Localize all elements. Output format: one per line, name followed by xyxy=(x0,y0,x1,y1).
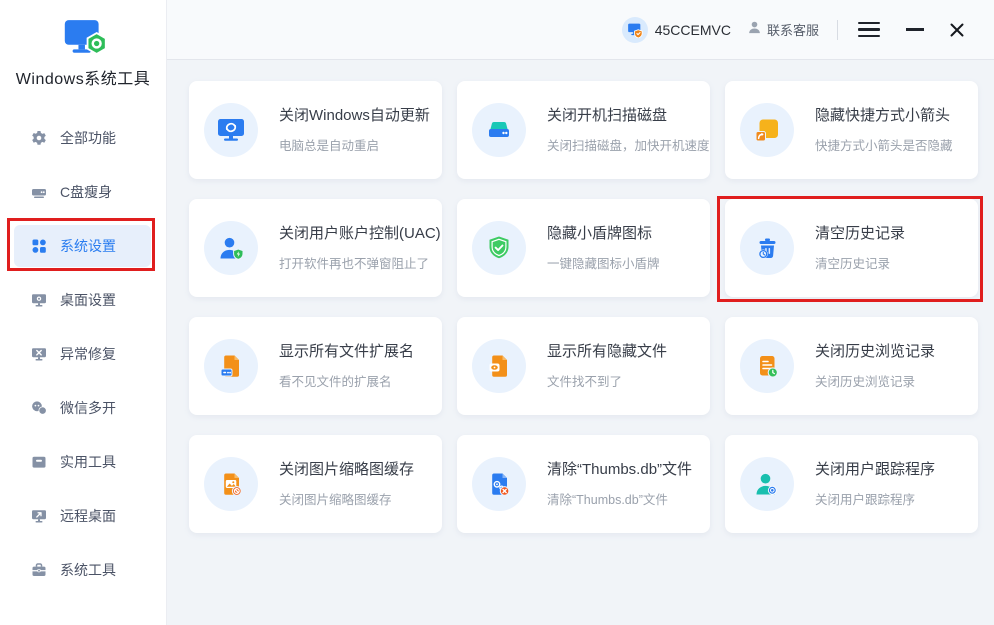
sidebar-item-system-settings[interactable]: 系统设置 xyxy=(14,225,151,267)
user-tracking-icon xyxy=(740,457,794,511)
card-title: 关闭用户跟踪程序 xyxy=(815,458,935,479)
right-pane: 45CCEMVC 联系客服 xyxy=(167,0,994,625)
card-clear-history[interactable]: 清空历史记录 清空历史记录 xyxy=(725,199,978,297)
sidebar-item-label: 桌面设置 xyxy=(60,290,116,310)
user-shield-icon xyxy=(204,221,258,275)
image-cache-icon xyxy=(204,457,258,511)
card-title: 关闭图片缩略图缓存 xyxy=(279,458,414,479)
card-subtitle: 一键隐藏图标小盾牌 xyxy=(547,253,660,272)
app-title: Windows系统工具 xyxy=(0,65,166,89)
wechat-icon xyxy=(31,400,47,416)
card-subtitle: 关闭用户跟踪程序 xyxy=(815,489,935,508)
sidebar-menu: 全部功能 C盘瘦身 系统设置 桌面设置 xyxy=(0,117,166,591)
card-title: 关闭历史浏览记录 xyxy=(815,340,935,361)
shield-check-icon xyxy=(472,221,526,275)
sidebar-item-label: C盘瘦身 xyxy=(60,182,112,202)
sidebar-item-desktop-settings[interactable]: 桌面设置 xyxy=(14,279,151,321)
card-subtitle: 看不见文件的扩展名 xyxy=(279,371,414,390)
remote-desktop-icon xyxy=(31,508,47,524)
contact-support-button[interactable]: 联系客服 xyxy=(747,20,819,40)
card-subtitle: 关闭扫描磁盘，加快开机速度 xyxy=(547,135,710,154)
app-logo-icon xyxy=(57,43,109,60)
sidebar-item-label: 系统设置 xyxy=(60,236,116,256)
grid-icon xyxy=(31,238,47,254)
card-title: 关闭用户账户控制(UAC) xyxy=(279,222,441,243)
card-title: 显示所有隐藏文件 xyxy=(547,340,667,361)
card-subtitle: 关闭历史浏览记录 xyxy=(815,371,935,390)
card-show-file-extensions[interactable]: 显示所有文件扩展名 看不见文件的扩展名 xyxy=(189,317,442,415)
card-title: 清空历史记录 xyxy=(815,222,905,243)
briefcase-icon xyxy=(31,562,47,578)
card-hide-shortcut-arrow[interactable]: 隐藏快捷方式小箭头 快捷方式小箭头是否隐藏 xyxy=(725,81,978,179)
sidebar-item-wechat-multi[interactable]: 微信多开 xyxy=(14,387,151,429)
card-hide-shield-icon[interactable]: 隐藏小盾牌图标 一键隐藏图标小盾牌 xyxy=(457,199,710,297)
account-shield-badge-icon xyxy=(622,17,648,43)
trash-history-icon xyxy=(740,221,794,275)
app-logo-area: Windows系统工具 xyxy=(0,0,166,89)
toolbox-icon xyxy=(31,454,47,470)
minimize-icon[interactable] xyxy=(906,28,924,30)
feature-card-grid: 关闭Windows自动更新 电脑总是自动重启 关闭开机扫描磁盘 关闭扫描磁盘，加… xyxy=(189,81,994,533)
card-disable-browsing-history[interactable]: 关闭历史浏览记录 关闭历史浏览记录 xyxy=(725,317,978,415)
sidebar-item-label: 系统工具 xyxy=(60,560,116,580)
card-subtitle: 清空历史记录 xyxy=(815,253,905,272)
card-title: 隐藏小盾牌图标 xyxy=(547,222,660,243)
card-title: 清除“Thumbs.db”文件 xyxy=(547,458,692,479)
account-id: 45CCEMVC xyxy=(655,22,731,38)
card-subtitle: 打开软件再也不弹窗阻止了 xyxy=(279,253,441,272)
card-subtitle: 清除“Thumbs.db”文件 xyxy=(547,489,692,508)
disk-scan-icon xyxy=(472,103,526,157)
card-disable-user-tracking[interactable]: 关闭用户跟踪程序 关闭用户跟踪程序 xyxy=(725,435,978,533)
sidebar-item-remote-desktop[interactable]: 远程桌面 xyxy=(14,495,151,537)
sidebar-item-system-tools[interactable]: 系统工具 xyxy=(14,549,151,591)
card-subtitle: 电脑总是自动重启 xyxy=(279,135,430,154)
app-window: Windows系统工具 全部功能 C盘瘦身 系统设置 xyxy=(0,0,994,625)
sidebar: Windows系统工具 全部功能 C盘瘦身 系统设置 xyxy=(0,0,167,625)
sidebar-item-c-drive-slim[interactable]: C盘瘦身 xyxy=(14,171,151,213)
card-subtitle: 关闭图片缩略图缓存 xyxy=(279,489,414,508)
card-disable-boot-disk-scan[interactable]: 关闭开机扫描磁盘 关闭扫描磁盘，加快开机速度 xyxy=(457,81,710,179)
gear-icon xyxy=(31,130,47,146)
card-subtitle: 快捷方式小箭头是否隐藏 xyxy=(815,135,953,154)
sidebar-item-label: 实用工具 xyxy=(60,452,116,472)
card-disable-windows-update[interactable]: 关闭Windows自动更新 电脑总是自动重启 xyxy=(189,81,442,179)
shortcut-arrow-icon xyxy=(740,103,794,157)
file-gear-delete-icon xyxy=(472,457,526,511)
monitor-refresh-icon xyxy=(204,103,258,157)
topbar-divider xyxy=(837,20,838,40)
monitor-gear-icon xyxy=(31,292,47,308)
sidebar-item-label: 异常修复 xyxy=(60,344,116,364)
file-eye-icon xyxy=(472,339,526,393)
sidebar-item-label: 远程桌面 xyxy=(60,506,116,526)
card-subtitle: 文件找不到了 xyxy=(547,371,667,390)
document-clock-icon xyxy=(740,339,794,393)
close-icon[interactable] xyxy=(948,21,966,39)
sidebar-item-error-repair[interactable]: 异常修复 xyxy=(14,333,151,375)
card-clear-thumbs-db[interactable]: 清除“Thumbs.db”文件 清除“Thumbs.db”文件 xyxy=(457,435,710,533)
sidebar-item-all-features[interactable]: 全部功能 xyxy=(14,117,151,159)
account-area[interactable]: 45CCEMVC xyxy=(622,17,731,43)
card-title: 关闭开机扫描磁盘 xyxy=(547,104,710,125)
card-show-hidden-files[interactable]: 显示所有隐藏文件 文件找不到了 xyxy=(457,317,710,415)
sidebar-item-label: 全部功能 xyxy=(60,128,116,148)
main-content: 关闭Windows自动更新 电脑总是自动重启 关闭开机扫描磁盘 关闭扫描磁盘，加… xyxy=(167,60,994,625)
monitor-repair-icon xyxy=(31,346,47,362)
card-title: 显示所有文件扩展名 xyxy=(279,340,414,361)
file-extension-icon xyxy=(204,339,258,393)
card-disable-thumbnail-cache[interactable]: 关闭图片缩略图缓存 关闭图片缩略图缓存 xyxy=(189,435,442,533)
sidebar-item-label: 微信多开 xyxy=(60,398,116,418)
card-title: 关闭Windows自动更新 xyxy=(279,104,430,125)
card-title: 隐藏快捷方式小箭头 xyxy=(815,104,953,125)
contact-support-label: 联系客服 xyxy=(767,20,819,39)
hamburger-menu-icon[interactable] xyxy=(858,15,880,44)
hard-disk-icon xyxy=(31,184,47,200)
topbar: 45CCEMVC 联系客服 xyxy=(167,0,994,60)
sidebar-item-utility-tools[interactable]: 实用工具 xyxy=(14,441,151,483)
person-icon xyxy=(747,20,762,40)
card-disable-uac[interactable]: 关闭用户账户控制(UAC) 打开软件再也不弹窗阻止了 xyxy=(189,199,442,297)
